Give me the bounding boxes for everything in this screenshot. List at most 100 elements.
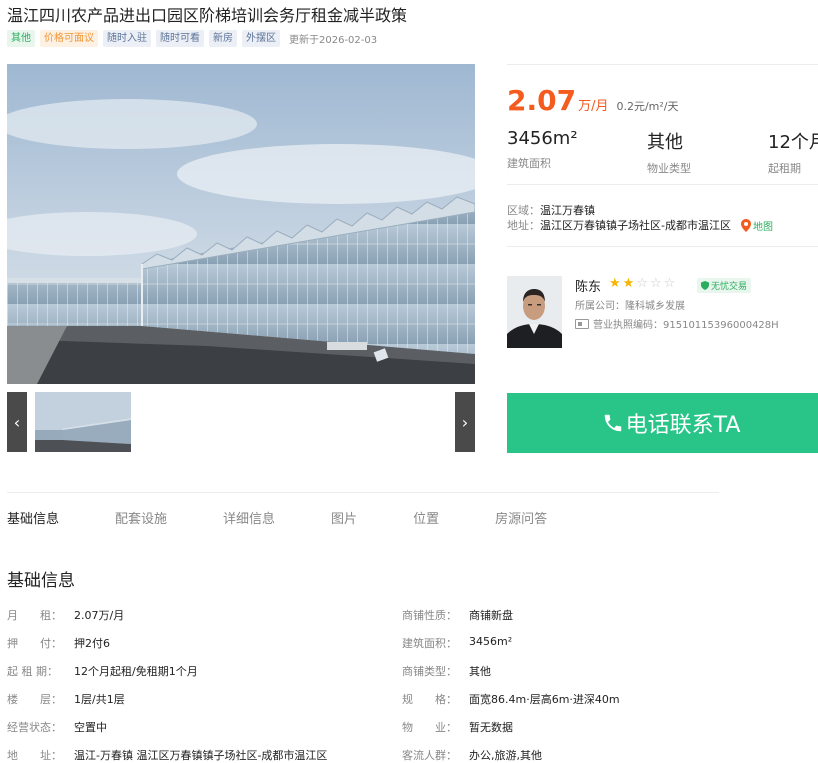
tag-move-in: 随时入驻: [103, 30, 151, 47]
price-block: 2.07 万/月 0.2元/m²/天: [507, 84, 679, 117]
info-value: 12个月起租/免租期1个月: [74, 665, 198, 678]
gallery-next-button[interactable]: ›: [455, 392, 475, 452]
info-label: 押 付：: [7, 637, 62, 650]
info-value: 空置中: [74, 721, 107, 734]
tag-property-type: 其他: [7, 30, 35, 47]
tag-outdoor: 外摆区: [242, 30, 280, 47]
tab-basic-info[interactable]: 基础信息: [7, 508, 59, 527]
stat-property-type: 其他 物业类型: [647, 128, 691, 176]
tag-new-house: 新房: [209, 30, 237, 47]
info-row-address: 地 址： 温江-万春镇 温江区万春镇镇子场社区-成都市温江区: [7, 747, 327, 763]
area-row: 区域： 温江万春镇: [507, 202, 595, 218]
info-value: 办公,旅游,其他: [469, 749, 542, 762]
info-row-visitors: 客流人群： 办公,旅游,其他: [402, 747, 542, 763]
shield-icon: [701, 281, 709, 290]
gallery-prev-button[interactable]: ‹: [7, 392, 27, 452]
stat-area: 3456m² 建筑面积: [507, 128, 578, 171]
divider: [507, 246, 818, 247]
section-title: 基础信息: [7, 571, 75, 591]
update-date: 更新于2026-02-03: [289, 35, 378, 46]
stat-lease-term-value: 12个月: [768, 132, 818, 153]
call-agent-button[interactable]: 电话联系TA: [507, 393, 818, 453]
area-value[interactable]: 温江万春镇: [540, 202, 595, 218]
price-unit: 万/月: [578, 99, 609, 114]
info-value: 3456m²: [469, 635, 513, 648]
info-label: 经营状态：: [7, 721, 62, 734]
info-row-shop-nature: 商铺性质： 商铺新盘: [402, 607, 513, 623]
star-filled-icon: ★: [622, 276, 635, 291]
star-empty-icon: ☆: [663, 276, 676, 291]
avatar[interactable]: [507, 276, 562, 348]
info-label: 规 格：: [402, 693, 457, 706]
info-row-shop-type: 商铺类型： 其他: [402, 663, 491, 679]
info-label: 月 租：: [7, 609, 62, 622]
tab-photos[interactable]: 图片: [331, 508, 357, 527]
license-icon: [575, 318, 589, 329]
info-label: 起 租 期：: [7, 665, 58, 678]
info-value: 面宽86.4m·层高6m·进深40m: [469, 693, 620, 706]
area-label: 区域：: [507, 204, 540, 217]
agent-rating: ★ ★ ☆ ☆ ☆: [609, 277, 675, 291]
info-value: 温江-万春镇 温江区万春镇镇子场社区-成都市温江区: [74, 749, 328, 762]
info-label: 商铺类型：: [402, 665, 457, 678]
stat-lease-term: 12个月 起租期: [768, 128, 818, 176]
tab-location[interactable]: 位置: [413, 508, 439, 527]
greenhouse-thumbnail-image: [35, 392, 131, 452]
tag-price-negotiable: 价格可面议: [40, 30, 98, 47]
tag-viewing: 随时可看: [156, 30, 204, 47]
stat-property-type-label: 物业类型: [647, 162, 691, 175]
info-row-lease-term: 起 租 期： 12个月起租/免租期1个月: [7, 663, 198, 679]
star-empty-icon: ☆: [636, 276, 648, 291]
address-row: 地址： 温江区万春镇镇子场社区-成都市温江区 地图: [507, 217, 773, 233]
divider: [7, 492, 719, 493]
tab-facilities[interactable]: 配套设施: [115, 508, 167, 527]
info-label: 地 址：: [7, 749, 62, 762]
page-title: 温江四川农产品进出口园区阶梯培训会务厅租金减半政策: [7, 6, 408, 25]
map-link[interactable]: 地图: [740, 218, 773, 233]
info-label: 客流人群：: [402, 749, 457, 762]
info-label: 商铺性质：: [402, 609, 457, 622]
stat-area-value: 3456m²: [507, 128, 578, 149]
license-text: 营业执照编码：91510115396000428H: [593, 320, 779, 331]
gallery-thumbnail[interactable]: [35, 392, 131, 452]
info-value: 1层/共1层: [74, 693, 125, 706]
info-row-area: 建筑面积： 3456m²: [402, 635, 512, 651]
info-row-status: 经营状态： 空置中: [7, 719, 107, 735]
divider: [507, 64, 818, 65]
tab-qa[interactable]: 房源问答: [495, 508, 547, 527]
info-label: 物 业：: [402, 721, 457, 734]
info-label: 建筑面积：: [402, 637, 457, 650]
price-value: 2.07: [507, 84, 577, 117]
stat-area-label: 建筑面积: [507, 157, 551, 170]
stat-lease-term-label: 起租期: [768, 162, 801, 175]
divider: [507, 184, 818, 185]
address-label: 地址：: [507, 219, 540, 232]
agent-name: 陈东: [575, 280, 602, 295]
phone-icon: [604, 414, 621, 432]
agent-license: 营业执照编码：91510115396000428H: [575, 316, 779, 331]
info-value: 其他: [469, 665, 491, 678]
info-value: 暂无数据: [469, 721, 513, 734]
map-pin-icon: [740, 218, 751, 232]
info-row-rent: 月 租： 2.07万/月: [7, 607, 124, 623]
info-label: 楼 层：: [7, 693, 62, 706]
info-row-property: 物 业： 暂无数据: [402, 719, 513, 735]
stat-property-type-value: 其他: [647, 132, 683, 153]
trust-badge-label: 无忧交易: [711, 282, 748, 292]
tab-details[interactable]: 详细信息: [223, 508, 275, 527]
price-per-sqm: 0.2元/m²/天: [616, 100, 679, 113]
main-photo[interactable]: [7, 64, 475, 384]
star-filled-icon: ★: [609, 276, 621, 291]
agent-company: 所属公司：隆科城乡发展: [575, 301, 685, 312]
call-agent-label: 电话联系TA: [625, 413, 741, 438]
trust-badge: 无忧交易: [697, 278, 752, 293]
info-value: 押2付6: [74, 637, 110, 650]
map-link-label: 地图: [752, 221, 773, 233]
info-row-spec: 规 格： 面宽86.4m·层高6m·进深40m: [402, 691, 620, 707]
address-value: 温江区万春镇镇子场社区-成都市温江区: [540, 219, 731, 232]
info-row-floor: 楼 层： 1层/共1层: [7, 691, 125, 707]
info-row-deposit: 押 付： 押2付6: [7, 635, 110, 651]
info-value: 2.07万/月: [74, 609, 125, 622]
agent-avatar-image: [507, 276, 562, 348]
tag-list: 其他 价格可面议 随时入驻 随时可看 新房 外摆区 更新于2026-02-03: [7, 30, 377, 47]
